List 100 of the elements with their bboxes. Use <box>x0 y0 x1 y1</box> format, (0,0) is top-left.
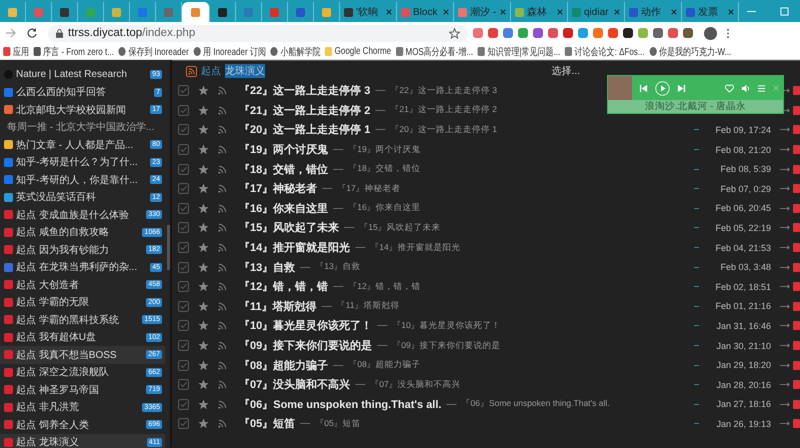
close-icon[interactable] <box>614 9 620 15</box>
checkbox[interactable] <box>178 85 189 96</box>
rss-icon[interactable] <box>218 360 227 370</box>
bookmark-star-icon[interactable] <box>449 28 460 38</box>
star-icon[interactable] <box>198 202 209 214</box>
arrow-icon[interactable] <box>780 421 790 426</box>
address-field[interactable]: ttrss.diycat.top/index.php <box>48 24 468 42</box>
bookmark-item[interactable]: Google Chorme <box>325 46 392 57</box>
rss-icon[interactable] <box>218 400 227 409</box>
forward-icon[interactable] <box>6 28 16 38</box>
bookmark-item[interactable]: 保存到 Inoreader <box>118 44 189 58</box>
headline-title[interactable]: 『16』你来自这里 <box>239 200 328 216</box>
headline-title[interactable]: 『11』塔斯尅得 <box>239 298 317 314</box>
star-icon[interactable] <box>198 164 209 175</box>
scrollbar-thumb[interactable] <box>167 225 170 270</box>
headline-title[interactable]: 『17』神秘老者 <box>239 181 318 196</box>
close-icon[interactable] <box>500 9 506 15</box>
star-icon[interactable] <box>198 281 209 292</box>
headline-title[interactable]: 『06』Some unspoken thing.That's all. <box>239 396 442 412</box>
star-icon[interactable] <box>198 124 209 136</box>
feed-item[interactable]: 每周一推 - 北京大学中国政治学... <box>0 118 165 136</box>
star-icon[interactable] <box>198 300 209 312</box>
checkbox[interactable] <box>178 360 189 371</box>
arrow-icon[interactable] <box>780 245 790 250</box>
arrow-icon[interactable] <box>780 225 790 230</box>
volume-icon[interactable] <box>741 84 750 92</box>
feed-link[interactable]: 起点 <box>201 64 221 78</box>
headline-title[interactable]: 『15』风吹起了未来 <box>239 220 340 236</box>
checkbox[interactable] <box>178 398 189 410</box>
rss-icon[interactable] <box>218 302 227 311</box>
star-icon[interactable] <box>198 262 209 273</box>
playlist-icon[interactable] <box>757 84 766 92</box>
rss-icon[interactable] <box>186 66 197 76</box>
close-icon[interactable] <box>386 9 392 15</box>
menu-icon[interactable] <box>726 28 730 38</box>
play-icon[interactable] <box>655 80 670 96</box>
bookmark-item[interactable]: 你是我的巧克力-W... <box>649 44 732 58</box>
close-icon[interactable] <box>443 9 449 15</box>
checkbox[interactable] <box>178 183 189 194</box>
headline-title[interactable]: 『13』自救 <box>239 260 296 275</box>
rss-icon[interactable] <box>218 321 227 330</box>
headline-title[interactable]: 『10』暮光星灵你该死了！ <box>239 318 372 334</box>
checkbox[interactable] <box>178 281 189 292</box>
star-icon[interactable] <box>198 418 209 430</box>
checkbox[interactable] <box>178 262 189 273</box>
close-icon[interactable] <box>557 9 563 15</box>
close-icon[interactable] <box>671 9 677 15</box>
rss-icon[interactable] <box>218 341 227 350</box>
checkbox[interactable] <box>178 164 189 175</box>
star-icon[interactable] <box>198 144 209 156</box>
rss-icon[interactable] <box>218 262 227 272</box>
star-icon[interactable] <box>198 85 209 96</box>
arrow-icon[interactable] <box>780 284 790 290</box>
arrow-icon[interactable] <box>780 343 790 348</box>
arrow-icon[interactable] <box>780 402 790 407</box>
star-icon[interactable] <box>198 242 209 254</box>
rss-icon[interactable] <box>218 86 227 96</box>
close-icon[interactable] <box>728 9 734 15</box>
checkbox[interactable] <box>178 242 189 254</box>
star-icon[interactable] <box>198 340 209 352</box>
arrow-icon[interactable] <box>780 304 790 309</box>
rss-icon[interactable] <box>218 125 227 134</box>
checkbox[interactable] <box>178 144 189 156</box>
arrow-icon[interactable] <box>780 127 790 132</box>
rss-icon[interactable] <box>218 145 227 154</box>
maximize-icon[interactable] <box>780 7 789 16</box>
arrow-icon[interactable] <box>780 147 790 152</box>
arrow-icon[interactable] <box>780 186 790 192</box>
rss-icon[interactable] <box>218 223 227 232</box>
arrow-icon[interactable] <box>780 264 790 270</box>
checkbox[interactable] <box>178 418 189 430</box>
headline-title[interactable]: 『05』短笛 <box>239 416 296 432</box>
bookmark-item[interactable]: 应用 <box>3 44 29 58</box>
star-icon[interactable] <box>198 320 209 332</box>
rss-icon[interactable] <box>218 243 227 252</box>
checkbox[interactable] <box>178 379 189 390</box>
rss-icon[interactable] <box>218 204 227 213</box>
headline-title[interactable]: 『22』这一路上走走停停 3 <box>239 83 370 98</box>
headline-title[interactable]: 『18』交错，错位 <box>239 162 328 177</box>
checkbox[interactable] <box>178 124 189 136</box>
select-dropdown[interactable]: 选择... <box>552 64 580 78</box>
star-icon[interactable] <box>198 379 209 390</box>
rss-icon[interactable] <box>218 282 227 292</box>
arrow-icon[interactable] <box>780 382 790 388</box>
heart-icon[interactable] <box>725 84 734 92</box>
headline-title[interactable]: 『12』错，错，错 <box>239 279 328 294</box>
reload-icon[interactable] <box>27 28 37 38</box>
arrow-icon[interactable] <box>780 166 790 172</box>
previous-icon[interactable] <box>639 84 648 92</box>
star-icon[interactable] <box>198 360 209 371</box>
headline-title[interactable]: 『21』这一路上走走停停 2 <box>239 102 370 118</box>
bookmark-item[interactable]: 序言 - From zero t... <box>34 44 114 58</box>
bookmark-item[interactable]: 用 Inoreader 订阅 <box>194 44 266 58</box>
rss-icon[interactable] <box>218 380 227 390</box>
bookmark-item[interactable]: MOS高分必看-增... <box>396 44 474 58</box>
checkbox[interactable] <box>178 340 189 352</box>
arrow-icon[interactable] <box>780 206 790 211</box>
checkbox[interactable] <box>178 320 189 332</box>
headline-title[interactable]: 『14』推开窗就是阳光 <box>239 240 350 256</box>
headline-title[interactable]: 『08』超能力骗子 <box>239 358 328 373</box>
